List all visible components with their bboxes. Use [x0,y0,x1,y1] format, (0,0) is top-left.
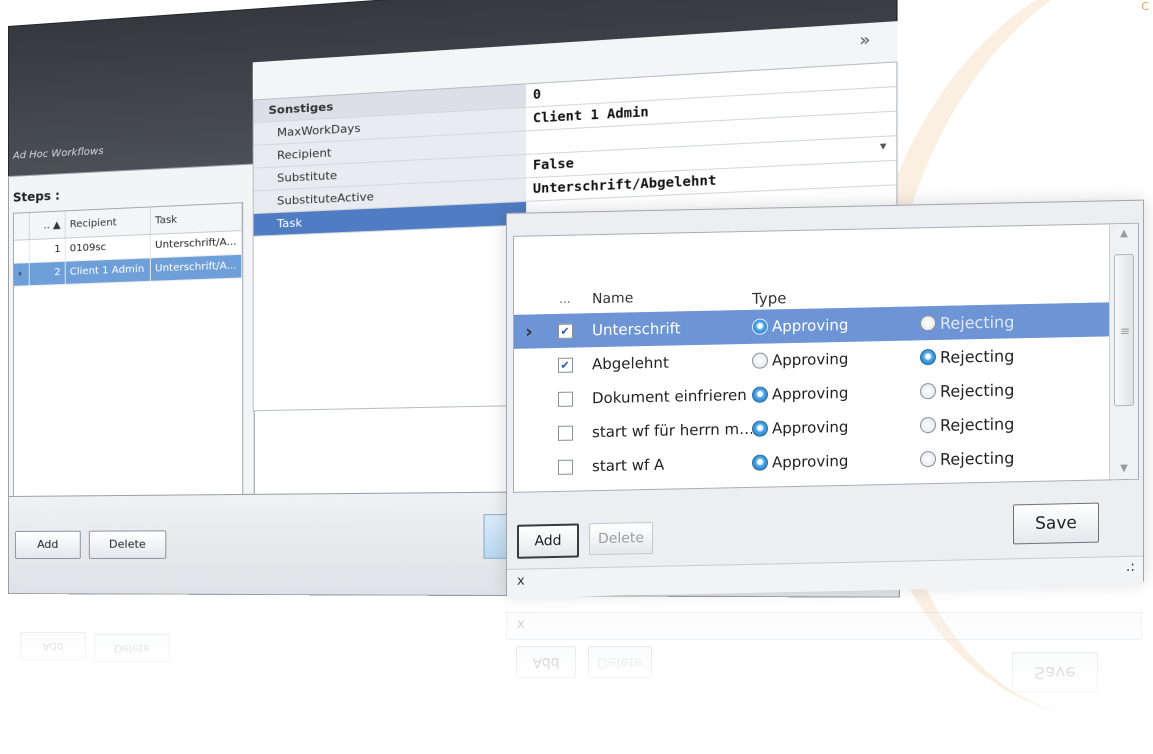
delete-button[interactable]: Delete [589,521,653,556]
rejecting-option[interactable]: Rejecting [920,344,1090,367]
reflected-buttons: Add Delete Save [506,638,1142,722]
radio-icon[interactable] [752,352,768,369]
row-recipient: 0109sc [65,234,151,261]
row-checkbox[interactable] [557,459,573,475]
header-order[interactable]: .. ▲ [29,211,66,240]
row-order: 2 [29,261,66,286]
task-type-dialog: ... Name Type › ✔ Unterschrift Approving… [506,199,1144,598]
back-window-reflection: Add Delete [8,590,508,690]
approving-option[interactable]: Approving [752,416,920,438]
reflected-save-button: Save [1012,652,1098,692]
approving-option[interactable]: Approving [752,314,920,336]
row-name: Unterschrift [592,319,681,340]
chevron-collapse-icon[interactable]: » [859,30,870,51]
scroll-down-icon[interactable]: ▼ [1110,459,1138,480]
row-indicator [514,433,544,434]
approving-label: Approving [772,349,849,370]
radio-icon[interactable] [920,348,936,366]
radio-icon[interactable] [920,382,936,400]
window-title: Ad Hoc Workflows [12,145,104,162]
row-name: Dokument einfrieren [592,385,747,408]
rejecting-label: Rejecting [940,413,1015,435]
row-order: 1 [29,238,66,263]
approving-label: Approving [772,417,849,438]
vertical-scrollbar[interactable]: ▲ ≡ ▼ [1109,223,1138,480]
add-button[interactable]: Add [517,523,579,559]
steps-panel: Steps : .. ▲ Recipient Task 1 0109sc Unt… [8,163,255,498]
row-name: Abgelehnt [592,353,669,374]
reflected-add-button: Add [20,632,86,660]
rejecting-label: Rejecting [940,311,1015,333]
rejecting-option[interactable]: Rejecting [920,446,1090,469]
reflected-delete-button: Delete [588,646,652,678]
approving-label: Approving [772,451,849,472]
row-indicator [514,365,544,366]
dropdown-arrow-icon[interactable]: ▼ [880,141,887,152]
row-name: start wf A [592,455,665,476]
row-task: Unterschrift/A... [150,231,243,258]
reflected-add-button: Add [516,646,576,678]
header-select[interactable]: ... [544,279,586,314]
task-type-grid[interactable]: ... Name Type › ✔ Unterschrift Approving… [513,222,1139,493]
steps-grid[interactable]: .. ▲ Recipient Task 1 0109sc Unterschrif… [12,202,244,497]
row-checkbox[interactable] [557,391,573,407]
rejecting-label: Rejecting [940,447,1015,469]
close-icon[interactable]: x [517,574,525,589]
row-indicator: › [13,263,30,286]
add-button[interactable]: Add [14,530,81,559]
rejecting-label: Rejecting [940,345,1015,367]
radio-icon[interactable] [752,386,768,403]
steps-label: Steps : [12,188,60,205]
row-checkbox[interactable]: ✔ [557,357,573,373]
approving-label: Approving [772,383,849,404]
radio-icon[interactable] [920,450,936,468]
reflected-status-bar: x [506,612,1142,640]
header-task[interactable]: Task [150,203,243,234]
radio-icon[interactable] [920,416,936,434]
dialog-reflection: x Add Delete Save [506,612,1142,722]
reflected-close-icon: x [517,617,525,632]
row-recipient: Client 1 Admin [65,258,151,284]
row-checkbox[interactable]: ✔ [557,323,573,339]
rejecting-label: Rejecting [940,379,1015,401]
corner-logo-mark: C [1141,0,1149,13]
radio-icon[interactable] [752,420,768,437]
delete-button[interactable]: Delete [88,530,167,559]
dialog-button-bar: Add Delete Save [507,486,1143,559]
scroll-up-icon[interactable]: ▲ [1110,224,1138,245]
radio-icon[interactable] [752,318,768,335]
row-checkbox[interactable] [557,425,573,441]
row-indicator [514,467,544,468]
scroll-grip-icon: ≡ [1120,323,1131,339]
approving-option[interactable]: Approving [752,348,920,370]
row-task: Unterschrift/A... [150,254,243,281]
property-value-text: False [532,155,574,173]
radio-icon[interactable] [920,314,936,332]
row-indicator [514,399,544,400]
approving-option[interactable]: Approving [752,450,920,472]
header-indicator [13,212,30,240]
row-name: start wf für herrn m… [592,419,752,442]
radio-icon[interactable] [752,454,768,471]
approving-label: Approving [772,315,849,336]
rejecting-option[interactable]: Rejecting [920,310,1090,333]
reflected-delete-button: Delete [94,634,170,662]
header-indicator [514,280,544,315]
header-type[interactable]: Type [752,272,920,310]
resize-grip-icon[interactable]: .: [1126,559,1135,575]
approving-option[interactable]: Approving [752,382,920,404]
header-recipient[interactable]: Recipient [65,207,151,238]
save-button[interactable]: Save [1013,502,1099,545]
header-name[interactable]: Name [586,276,752,313]
rejecting-option[interactable]: Rejecting [920,412,1090,435]
row-indicator: › [525,320,533,343]
rejecting-option[interactable]: Rejecting [920,378,1090,401]
row-indicator [13,240,30,263]
